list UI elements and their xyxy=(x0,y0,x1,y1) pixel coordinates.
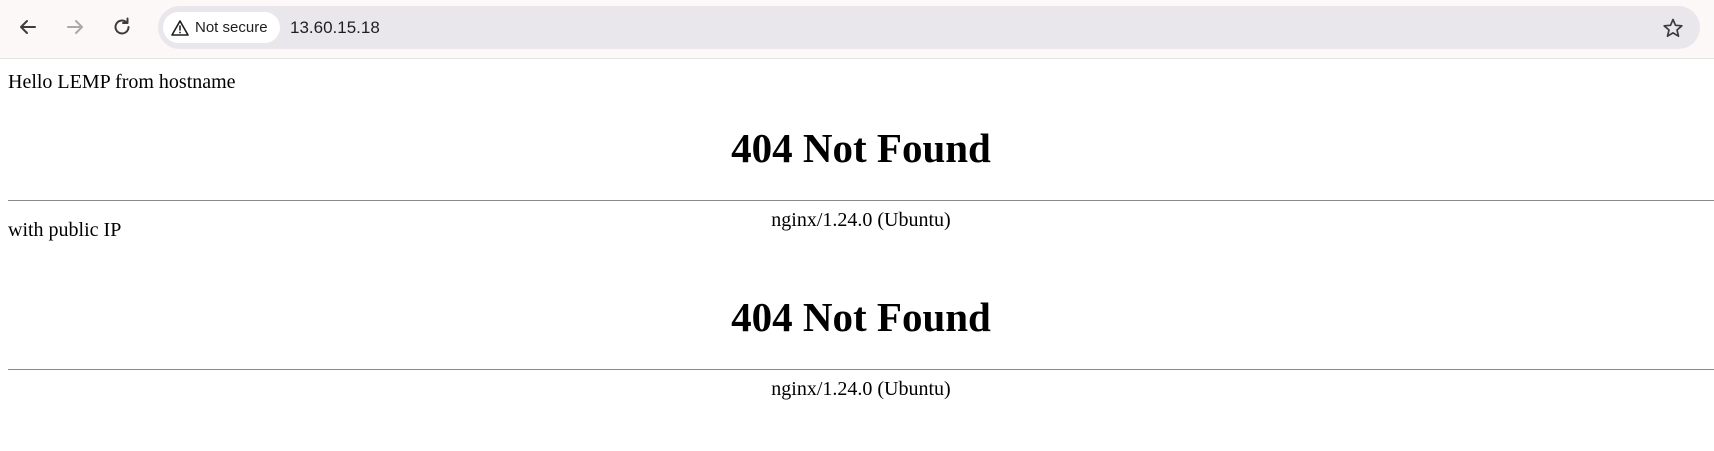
middle-text: with public IP xyxy=(8,219,122,241)
server-signature: nginx/1.24.0 (Ubuntu) xyxy=(771,209,951,231)
error-heading: 404 Not Found xyxy=(731,125,991,171)
warning-triangle-icon xyxy=(171,19,189,36)
horizontal-rule xyxy=(8,200,1714,201)
url-text[interactable]: 13.60.15.18 xyxy=(290,17,380,39)
back-button[interactable] xyxy=(10,9,46,45)
arrow-left-icon xyxy=(20,20,36,34)
forward-button[interactable] xyxy=(57,9,93,45)
star-icon xyxy=(1663,18,1683,38)
server-signature: nginx/1.24.0 (Ubuntu) xyxy=(771,378,951,400)
browser-toolbar: Not secure 13.60.15.18 xyxy=(0,0,1714,59)
address-bar[interactable]: Not secure 13.60.15.18 xyxy=(158,6,1700,49)
horizontal-rule xyxy=(8,369,1714,370)
greeting-text: Hello LEMP from hostname xyxy=(8,71,236,93)
arrow-right-icon xyxy=(67,20,83,34)
page-content: Hello LEMP from hostname 404 Not Found n… xyxy=(0,60,1714,451)
bookmark-button[interactable] xyxy=(1656,11,1690,45)
reload-button[interactable] xyxy=(104,9,140,45)
reload-icon xyxy=(114,17,130,35)
error-heading: 404 Not Found xyxy=(731,294,991,340)
security-indicator[interactable]: Not secure xyxy=(163,12,280,43)
security-label: Not secure xyxy=(195,19,268,36)
